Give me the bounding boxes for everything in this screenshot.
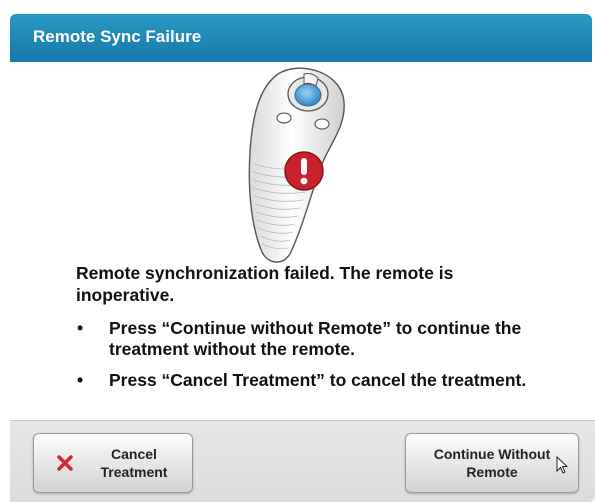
cancel-treatment-label: Cancel Treatment bbox=[86, 445, 182, 481]
continue-label: Continue Without Remote bbox=[412, 445, 572, 481]
instruction-cancel-text: Press “Cancel Treatment” to cancel the t… bbox=[109, 370, 527, 390]
remote-sync-failure-dialog: Remote Sync Failure Remote synchronizati… bbox=[0, 0, 595, 502]
instruction-continue: • Press “Continue without Remote” to con… bbox=[76, 318, 546, 360]
cancel-label-line2: Treatment bbox=[100, 464, 168, 480]
close-x-icon bbox=[57, 455, 73, 471]
instruction-cancel: • Press “Cancel Treatment” to cancel the… bbox=[76, 370, 546, 391]
cancel-treatment-button[interactable]: Cancel Treatment bbox=[33, 433, 193, 493]
alert-exclamation-icon bbox=[284, 151, 324, 191]
dialog-titlebar: Remote Sync Failure bbox=[10, 14, 592, 62]
instruction-continue-text: Press “Continue without Remote” to conti… bbox=[109, 318, 522, 359]
cancel-label-line1: Cancel bbox=[111, 446, 157, 462]
continue-label-line1: Continue Without bbox=[433, 446, 551, 462]
mouse-cursor-icon bbox=[556, 456, 568, 474]
bullet-glyph: • bbox=[77, 370, 84, 390]
dialog-footer: Cancel Treatment Continue Without Remote bbox=[10, 420, 595, 502]
instruction-list: • Press “Continue without Remote” to con… bbox=[76, 318, 546, 401]
continue-without-remote-button[interactable]: Continue Without Remote bbox=[405, 433, 579, 493]
bullet-glyph: • bbox=[77, 318, 84, 338]
dialog-title: Remote Sync Failure bbox=[33, 27, 202, 46]
failure-message: Remote synchronization failed. The remot… bbox=[76, 263, 454, 305]
continue-label-line2: Remote bbox=[466, 464, 518, 480]
